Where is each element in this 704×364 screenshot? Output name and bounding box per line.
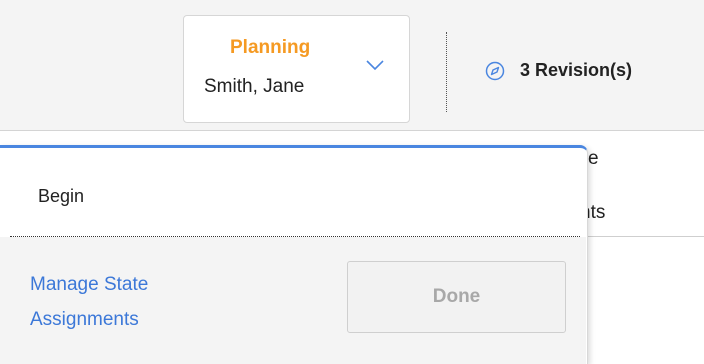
background-cell: e: [588, 148, 599, 169]
manage-state-assignments-link[interactable]: Manage State Assignments: [30, 267, 210, 337]
state-menu-popup: Begin Manage State Assignments Done: [0, 145, 588, 364]
popup-footer: Manage State Assignments Done: [0, 237, 586, 364]
revisions-button[interactable]: 3 Revision(s): [485, 60, 632, 81]
page: Planning Smith, Jane 3 Revision(s) e nts…: [0, 0, 704, 364]
revisions-label: 3 Revision(s): [520, 60, 633, 80]
done-button[interactable]: Done: [347, 261, 566, 333]
background-row-divider: [585, 236, 704, 237]
state-owner: Smith, Jane: [204, 76, 305, 97]
state-menu-item-begin[interactable]: Begin: [38, 186, 84, 207]
toolbar: Planning Smith, Jane 3 Revision(s): [0, 0, 704, 131]
chevron-down-icon[interactable]: [364, 58, 386, 72]
state-name: Planning: [230, 37, 311, 58]
toolbar-divider: [446, 32, 447, 112]
state-selector[interactable]: Planning Smith, Jane: [183, 15, 410, 123]
compass-edit-icon: [485, 61, 505, 80]
